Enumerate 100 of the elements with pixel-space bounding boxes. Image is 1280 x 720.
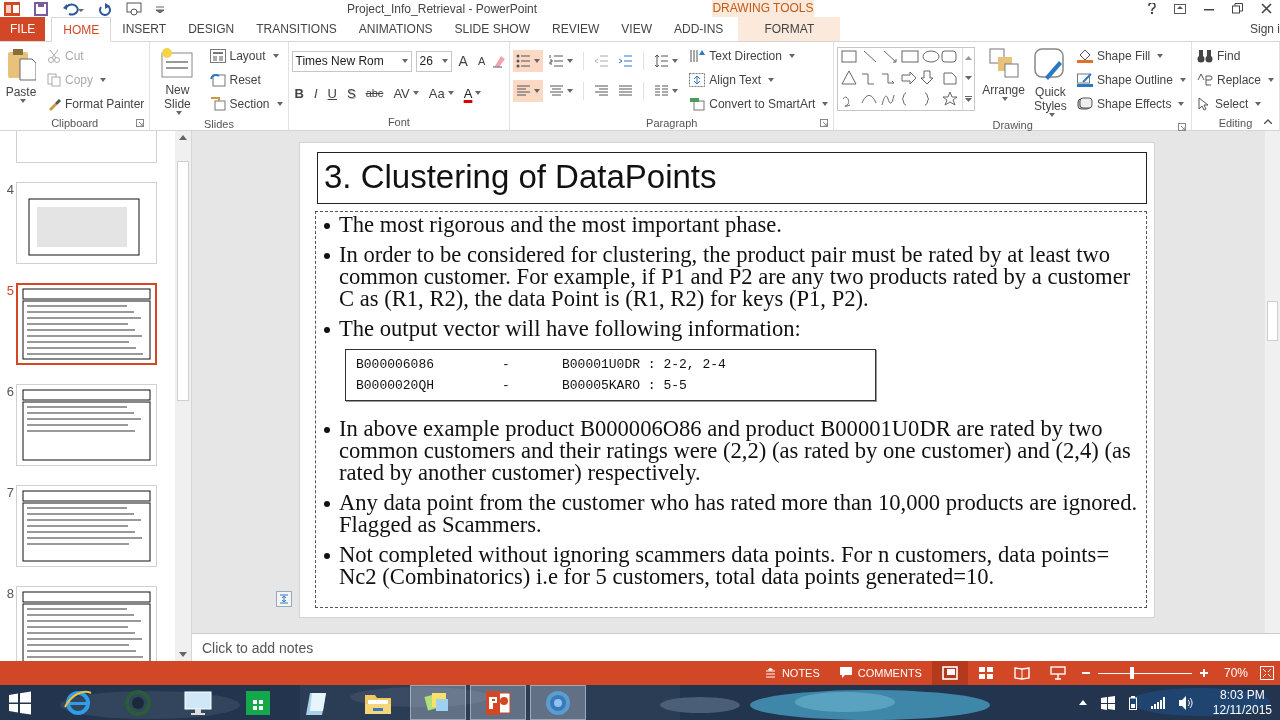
ribbon-button[interactable]: New Slide <box>153 45 202 117</box>
scroll-up-icon[interactable] <box>179 135 187 140</box>
ribbon-tab[interactable]: ANIMATIONS <box>347 17 444 41</box>
save-icon[interactable] <box>34 1 48 16</box>
sign-in-link[interactable]: Sign i <box>1249 17 1280 41</box>
notes-button[interactable]: NOTES <box>754 661 830 685</box>
arrange-icon <box>987 47 1020 79</box>
ribbon-button[interactable]: Convert to SmartArt <box>687 93 831 115</box>
format-button[interactable]: A <box>460 83 485 103</box>
fit-slide-icon[interactable] <box>1260 666 1274 680</box>
format-button[interactable]: B <box>291 83 307 103</box>
autofit-options-icon[interactable] <box>276 591 292 607</box>
undo-icon[interactable] <box>62 1 84 16</box>
text-placeholder[interactable] <box>315 211 1147 608</box>
slider-thumb[interactable] <box>1129 667 1134 679</box>
slideshow-icon[interactable] <box>126 1 142 16</box>
shapes-gallery[interactable] <box>837 47 976 111</box>
scrollbar-thumb[interactable] <box>1267 301 1278 341</box>
ribbon-button[interactable]: Shape Fill <box>1074 45 1188 67</box>
restore-icon[interactable] <box>1232 3 1243 14</box>
start-icon[interactable] <box>8 690 32 715</box>
dialog-launcher-icon[interactable] <box>1177 123 1186 131</box>
collapse-ribbon-icon[interactable] <box>1264 119 1272 124</box>
ribbon-tab[interactable]: TRANSITIONS <box>245 17 348 41</box>
slide-title[interactable]: 3. Clustering of DataPoints <box>317 152 1147 204</box>
scroll-down-icon[interactable] <box>179 652 187 657</box>
redo-icon[interactable] <box>98 1 112 16</box>
bullet-dot <box>324 223 330 229</box>
ribbon-tab[interactable]: VIEW <box>610 17 663 41</box>
format-button[interactable]: I <box>310 83 321 103</box>
scrollbar[interactable] <box>1265 131 1280 633</box>
ribbon-tab[interactable]: SLIDE SHOW <box>443 17 541 41</box>
ribbon-button[interactable]: Reset <box>207 69 285 91</box>
format-button[interactable]: AV <box>390 83 422 103</box>
help-icon[interactable] <box>1148 3 1156 14</box>
toolbar-button[interactable] <box>513 50 544 72</box>
grow-font-button[interactable]: A <box>455 51 471 71</box>
bullet-text: Any data point from the customer who has rated more than 10,000 products are ignored. Flagged as Scammers. <box>339 492 1139 536</box>
slide-sorter-icon <box>977 666 994 680</box>
toolbar-button[interactable] <box>513 80 544 102</box>
zoom-in-icon[interactable] <box>1199 669 1208 677</box>
windows-flag-icon[interactable] <box>1100 695 1115 710</box>
ribbon-tab[interactable]: HOME <box>51 17 112 42</box>
volume-icon[interactable] <box>1178 695 1193 710</box>
ribbon-tab[interactable]: REVIEW <box>540 17 611 41</box>
ribbon-button[interactable]: Paste <box>3 45 39 105</box>
ribbon-tab[interactable]: FORMAT <box>738 17 841 41</box>
battery-icon[interactable] <box>1128 695 1137 710</box>
font-size-field[interactable]: 26 <box>415 50 452 72</box>
bullet-dot <box>324 501 330 507</box>
scrollbar-thumb[interactable] <box>177 161 189 401</box>
ribbon-button[interactable]: Section <box>207 93 285 115</box>
columns-icon <box>654 84 670 98</box>
slide-thumbnail[interactable] <box>16 283 157 365</box>
close-icon[interactable] <box>1261 3 1272 14</box>
clear-formatting-icon[interactable] <box>492 54 507 68</box>
ribbon-button[interactable]: Replace <box>1194 69 1276 91</box>
align-left-icon <box>516 84 532 98</box>
font-name-field[interactable]: Times New Rom <box>291 50 412 72</box>
ribbon-button[interactable]: Select <box>1194 93 1276 115</box>
format-button[interactable]: U <box>324 83 340 103</box>
zoom-level[interactable]: 70% <box>1223 666 1248 680</box>
notes-icon <box>764 667 776 679</box>
ribbon-button[interactable]: Find <box>1194 45 1276 67</box>
scissors-icon <box>47 49 61 63</box>
more-icon[interactable] <box>965 96 973 102</box>
ribbon-tab[interactable]: INSERT <box>111 17 178 41</box>
format-button[interactable]: Aa <box>425 83 457 103</box>
ribbon-button[interactable]: Arrange <box>981 45 1026 103</box>
scrollbar[interactable] <box>175 131 191 661</box>
notes-field[interactable]: Click to add notes <box>202 639 314 656</box>
customize-icon[interactable] <box>156 4 164 13</box>
ribbon-display-icon[interactable] <box>1174 3 1186 14</box>
ribbon-button[interactable]: Layout <box>207 45 285 67</box>
group-label: Editing <box>1218 116 1253 129</box>
ribbon-button[interactable]: Quick Styles <box>1031 45 1069 119</box>
ribbon-button[interactable]: Shape Effects <box>1074 93 1188 115</box>
clipboard-icon <box>6 47 36 81</box>
shrink-font-button[interactable]: A <box>474 51 489 71</box>
ribbon-button[interactable]: Shape Outline <box>1074 69 1188 91</box>
bullet-text: The output vector will have following information: <box>339 318 802 340</box>
dialog-launcher-icon[interactable] <box>820 119 829 127</box>
format-button[interactable]: S <box>343 83 359 103</box>
ribbon-button[interactable]: Text Direction <box>687 45 831 67</box>
comments-button[interactable]: COMMENTS <box>829 661 932 685</box>
format-button[interactable]: abc <box>362 83 387 103</box>
layout-icon <box>209 49 226 63</box>
ribbon-button[interactable]: Format Painter <box>45 93 147 115</box>
view-button[interactable] <box>931 661 968 685</box>
dialog-launcher-icon[interactable] <box>136 119 145 127</box>
scroll-down-icon[interactable] <box>965 76 973 80</box>
show-hidden-icon[interactable] <box>1078 700 1087 705</box>
scroll-up-icon[interactable] <box>965 56 973 60</box>
ribbon-button[interactable]: Align Text <box>687 69 831 91</box>
table-cell-text: - <box>502 377 511 395</box>
file-tab[interactable]: FILE <box>0 17 46 41</box>
ribbon-tab[interactable]: DESIGN <box>177 17 246 41</box>
signal-icon[interactable] <box>1150 696 1165 709</box>
zoom-out-icon[interactable] <box>1081 669 1090 677</box>
ribbon-tab[interactable]: ADD-INS <box>663 17 735 41</box>
